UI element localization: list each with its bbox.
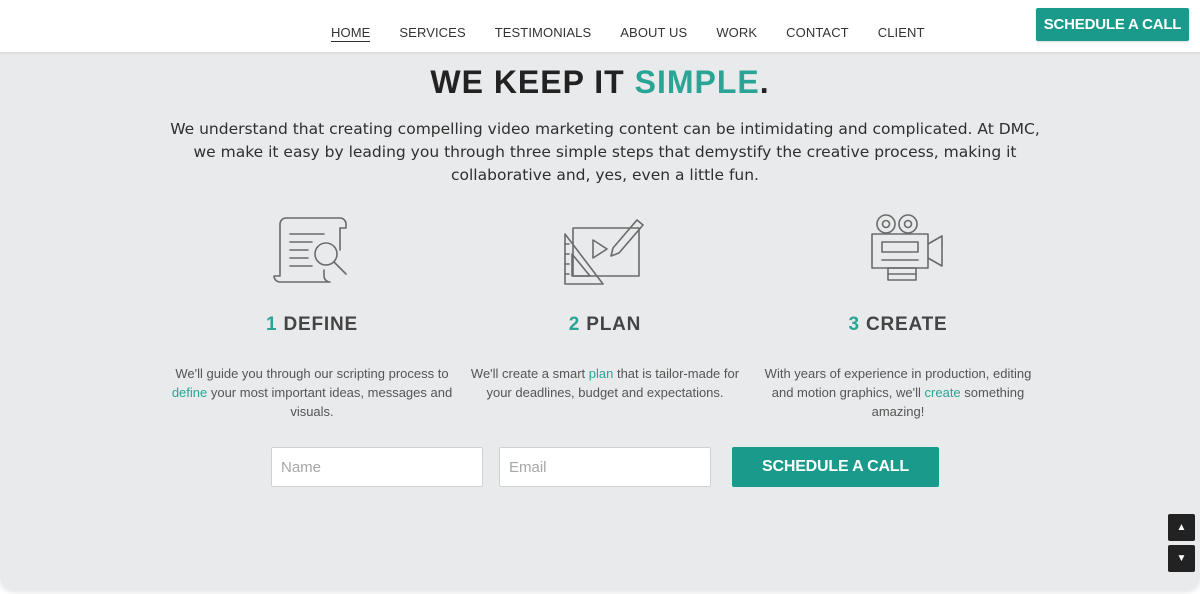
plan-drawing-icon (564, 219, 644, 285)
document-search-icon (273, 217, 347, 283)
step-define: 1 DEFINE We'll guide you through our scr… (167, 210, 457, 421)
step-number: 2 (568, 314, 581, 335)
name-input[interactable] (271, 447, 483, 487)
nav-schedule-call-button[interactable]: SCHEDULE A CALL (1036, 8, 1189, 41)
nav-link-work[interactable]: WORK (716, 25, 757, 42)
nav-link-services[interactable]: SERVICES (399, 25, 465, 42)
step-number: 3 (848, 314, 860, 335)
headline-end: . (759, 64, 770, 100)
step-title: 2 PLAN (460, 314, 750, 336)
step-create: 3 CREATE With years of experience in pro… (753, 210, 1043, 421)
desc-highlight: define (171, 385, 208, 400)
top-navigation: HOME SERVICES TESTIMONIALS ABOUT US WORK… (0, 0, 1200, 52)
email-input[interactable] (499, 447, 711, 487)
film-camera-icon (871, 214, 943, 281)
nav-link-testimonials[interactable]: TESTIMONIALS (495, 25, 592, 42)
desc-highlight: create (924, 385, 961, 400)
step-description: With years of experience in production, … (753, 364, 1043, 421)
desc-text: We'll guide you through our scripting pr… (175, 366, 449, 381)
nav-link-client[interactable]: CLIENT (878, 25, 925, 42)
nav-links: HOME SERVICES TESTIMONIALS ABOUT US WORK… (331, 25, 954, 42)
nav-link-home[interactable]: HOME (331, 25, 371, 42)
step-title: 3 CREATE (753, 314, 1043, 336)
headline-main: WE KEEP IT (430, 64, 635, 100)
step-description: We'll guide you through our scripting pr… (167, 364, 457, 421)
step-plan: 2 PLAN We'll create a smart plan that is… (460, 210, 750, 402)
desc-text: your most important ideas, messages and … (207, 385, 453, 419)
page-headline: WE KEEP IT SIMPLE. (0, 64, 1200, 101)
headline-accent: SIMPLE (634, 64, 760, 100)
nav-link-about-us[interactable]: ABOUT US (620, 25, 687, 42)
nav-link-contact[interactable]: CONTACT (786, 25, 849, 42)
step-description: We'll create a smart plan that is tailor… (460, 364, 750, 402)
desc-text: We'll create a smart (470, 366, 589, 381)
intro-paragraph: We understand that creating compelling v… (170, 120, 1040, 184)
step-number: 1 (266, 314, 278, 335)
desc-highlight: plan (588, 366, 614, 381)
scroll-up-button[interactable]: ▲ (1168, 514, 1195, 541)
step-title-text: DEFINE (283, 314, 358, 335)
step-title-text: CREATE (865, 314, 948, 335)
step-title-text: PLAN (586, 314, 642, 335)
step-title: 1 DEFINE (167, 314, 457, 336)
scroll-down-button[interactable]: ▼ (1168, 545, 1195, 572)
schedule-call-button[interactable]: SCHEDULE A CALL (732, 447, 939, 487)
